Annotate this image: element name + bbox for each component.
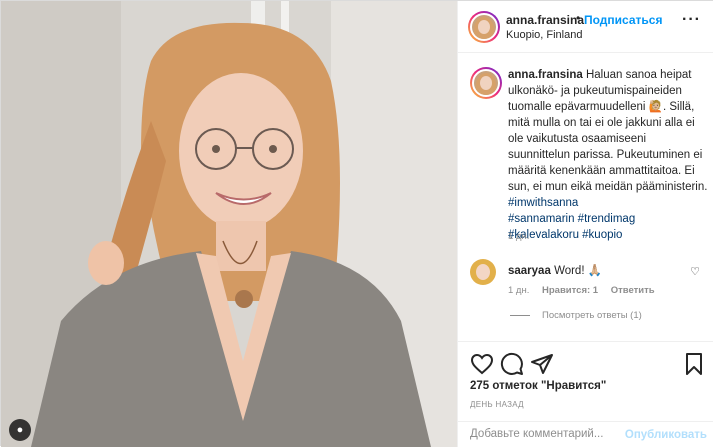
bookmark-icon[interactable] <box>682 352 706 376</box>
caption-body: Haluan sanoa heipat ulkonäkö- ja pukeutu… <box>508 69 708 193</box>
caption-time[interactable]: 1 дн. <box>508 231 529 242</box>
comment-icon[interactable] <box>500 352 524 376</box>
commenter-avatar[interactable] <box>470 259 496 285</box>
divider-line <box>510 315 530 316</box>
post-date[interactable]: ДЕНЬ НАЗАД <box>470 400 524 409</box>
author-username[interactable]: anna.fransina <box>506 13 584 27</box>
heart-icon[interactable] <box>470 352 494 376</box>
post-location[interactable]: Kuopio, Finland <box>506 29 582 41</box>
post-frame: ● anna.fransina • Подписаться Kuopio, Fi… <box>0 0 713 447</box>
likes-count[interactable]: 275 отметок "Нравится" <box>470 380 606 392</box>
tagged-user-icon[interactable]: ● <box>9 419 31 441</box>
add-comment-bar: Опубликовать <box>458 421 713 447</box>
photo-illustration <box>1 1 457 447</box>
comment-time[interactable]: 1 дн. <box>508 285 529 296</box>
more-horizontal-icon[interactable]: ··· <box>682 11 701 29</box>
comment-heart-icon[interactable]: ♡ <box>690 265 700 278</box>
reply-button[interactable]: Ответить <box>611 285 655 296</box>
view-replies-button[interactable]: Посмотреть ответы (1) <box>510 310 642 321</box>
comment-line: saaryaa Word! 🙏🏼 <box>508 263 602 277</box>
comment-meta: 1 дн. Нравится: 1 Ответить <box>508 285 665 296</box>
publish-button[interactable]: Опубликовать <box>625 429 707 441</box>
caption-avatar[interactable] <box>470 67 502 99</box>
caption-text: anna.fransina Haluan sanoa heipat ulkonä… <box>508 67 708 243</box>
commenter-username[interactable]: saaryaa <box>508 265 551 277</box>
follow-button[interactable]: Подписаться <box>584 13 662 27</box>
hashtag-line[interactable]: #kalevalakoru #kuopio <box>508 227 708 243</box>
hashtag-line[interactable]: #imwithsanna <box>508 195 708 211</box>
separator-dot: • <box>576 11 581 25</box>
share-icon[interactable] <box>530 352 554 376</box>
comment-item: saaryaa Word! 🙏🏼 1 дн. Нравится: 1 Ответ… <box>470 259 708 299</box>
comment-text: Word! 🙏🏼 <box>554 265 603 277</box>
view-replies-label: Посмотреть ответы (1) <box>542 310 642 321</box>
comment-likes[interactable]: Нравится: 1 <box>542 285 598 296</box>
post-header: anna.fransina • Подписаться Kuopio, Finl… <box>458 1 713 53</box>
comment-input[interactable] <box>470 428 630 440</box>
post-side-panel: anna.fransina • Подписаться Kuopio, Finl… <box>457 1 713 447</box>
caption-username[interactable]: anna.fransina <box>508 69 583 81</box>
post-photo[interactable]: ● <box>1 1 457 447</box>
author-avatar[interactable] <box>468 11 500 43</box>
hashtag-line[interactable]: #sannamarin #trendimag <box>508 211 708 227</box>
